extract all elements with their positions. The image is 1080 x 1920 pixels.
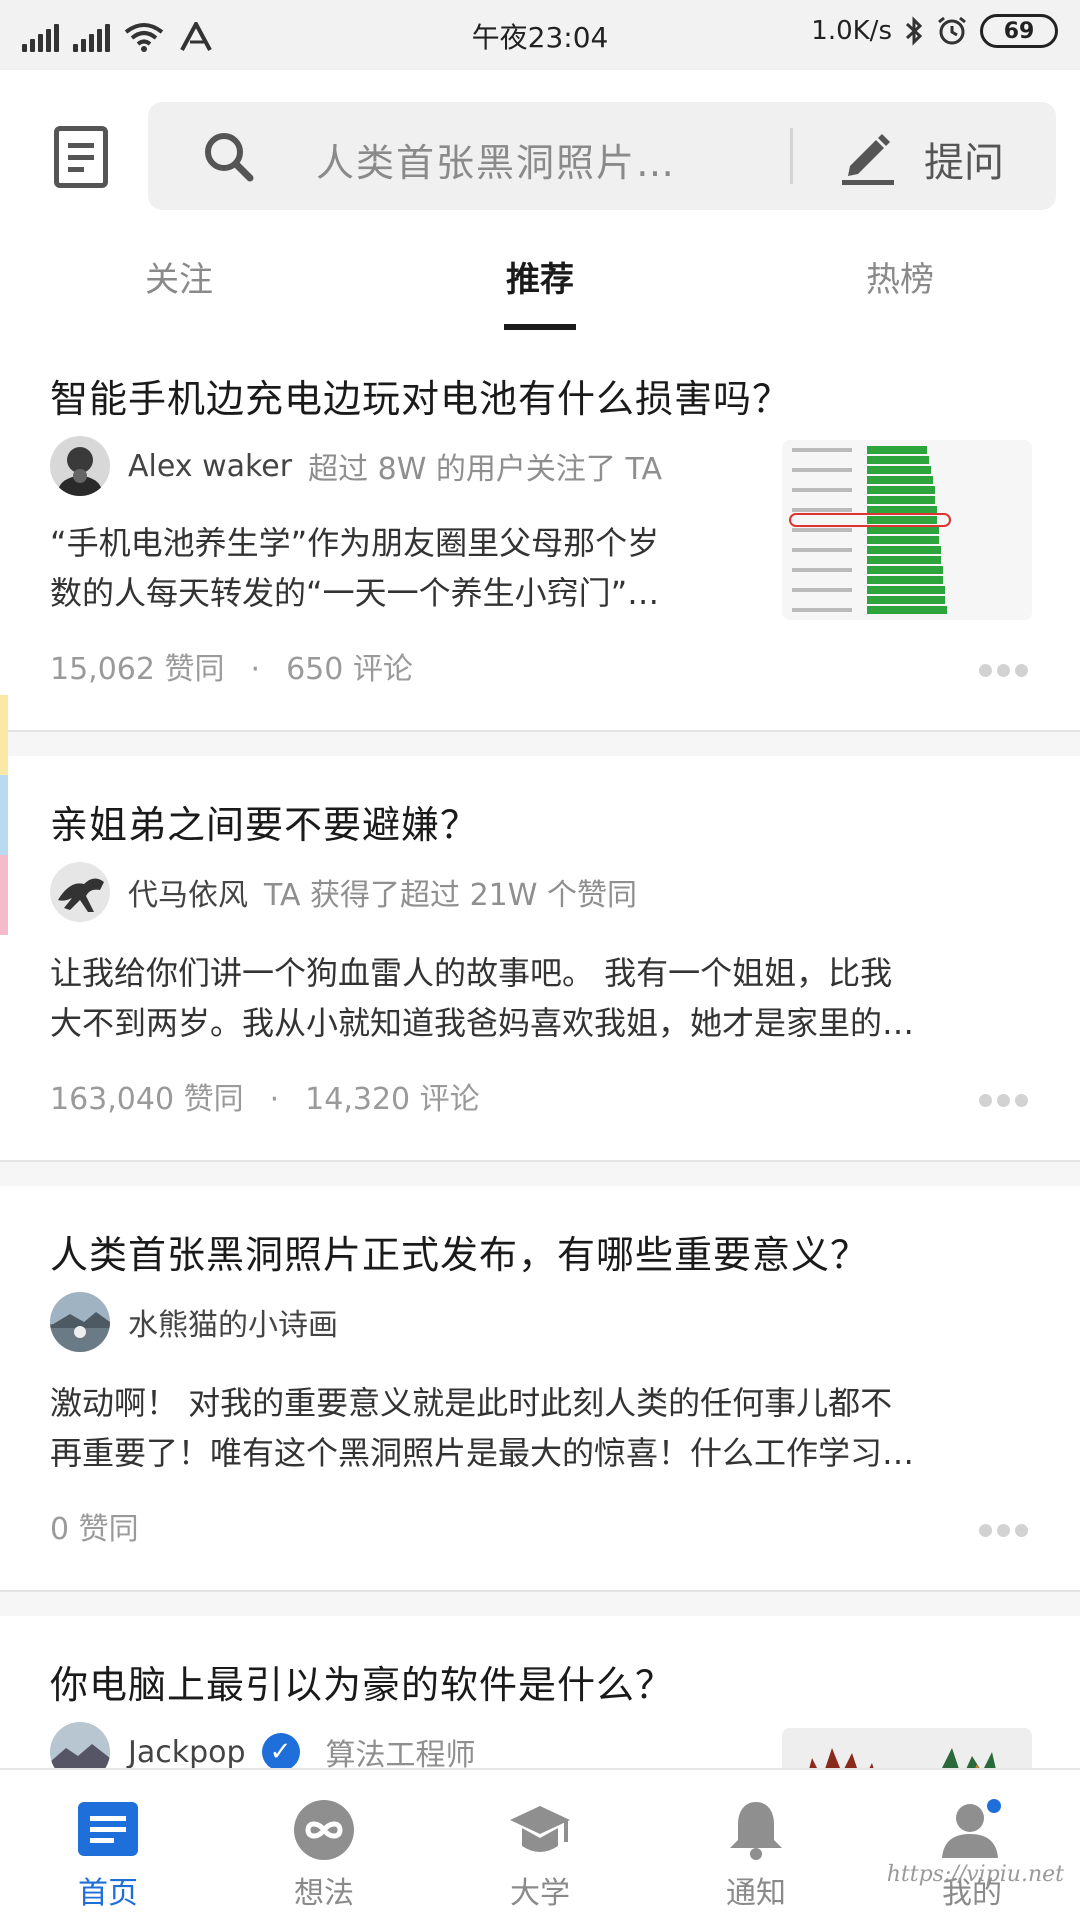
nav-item-home[interactable]: 首页 [0,1770,216,1920]
more-options-icon[interactable] [979,664,1028,677]
question-title[interactable]: 亲姐弟之间要不要避嫌？ [50,794,479,849]
document-icon[interactable] [54,126,108,188]
author-name[interactable]: Alex waker [128,449,292,484]
app-header: 人类首张黑洞照片… 提问 关注 推荐 热榜 [0,70,1080,332]
pen-icon[interactable] [838,126,898,186]
search-placeholder[interactable]: 人类首张黑洞照片… [316,132,676,187]
tab-hot-list[interactable]: 热榜 [866,252,934,301]
excerpt-line: “手机电池养生学”作为朋友圈里父母那个岁 [50,524,660,562]
answer-excerpt[interactable]: “手机电池养生学”作为朋友圈里父母那个岁 数的人每天转发的“一天一个养生小窍门”… [50,518,730,618]
bottom-navigation: 首页 想法 大学 通知 我的 [0,1768,1080,1920]
nav-item-ideas[interactable]: 想法 [216,1770,432,1920]
excerpt-line: 再重要了！唯有这个黑洞照片是最大的惊喜！什么工作学习… [50,1434,915,1472]
avatar[interactable] [50,1292,110,1352]
excerpt-line: 大不到两岁。我从小就知道我爸妈喜欢我姐，她才是家里的… [50,1004,915,1042]
avatar[interactable] [50,862,110,922]
nav-label: 首页 [78,1876,138,1911]
status-bar: 午夜23:04 1.0K/s 69 [0,0,1080,70]
stats-separator: · [269,1082,280,1117]
excerpt-line: 激动啊！ 对我的重要意义就是此时此刻人类的任何事儿都不 [50,1384,893,1422]
search-divider [790,128,793,184]
more-options-icon[interactable] [979,1094,1028,1107]
more-options-icon[interactable] [979,1524,1028,1537]
bell-icon [730,1802,782,1860]
tab-follow[interactable]: 关注 [145,252,213,301]
answer-excerpt[interactable]: 激动啊！ 对我的重要意义就是此时此刻人类的任何事儿都不 再重要了！唯有这个黑洞照… [50,1378,1040,1478]
side-color-strip [0,695,8,935]
author-name[interactable]: Jackpop [128,1735,246,1770]
tab-recommend[interactable]: 推荐 [506,252,574,301]
nav-item-university[interactable]: 大学 [432,1770,648,1920]
author-row[interactable]: Alex waker 超过 8W 的用户关注了 TA [50,436,662,496]
alarm-icon [938,16,966,45]
answer-stats: 0 赞同 [50,1504,139,1548]
nav-label: 大学 [510,1876,570,1911]
feed-tabs: 关注 推荐 热榜 [0,238,1080,332]
author-row[interactable]: 代马依风 TA 获得了超过 21W 个赞同 [50,862,637,922]
home-doc-icon [78,1802,138,1856]
likes-count: 163,040 赞同 [50,1082,244,1117]
active-tab-indicator [504,324,576,330]
excerpt-line: 数的人每天转发的“一天一个养生小窍门”… [50,574,660,612]
person-icon [942,1798,1003,1858]
stats-separator: · [250,652,261,687]
comments-count[interactable]: 14,320 评论 [305,1082,480,1117]
comments-count[interactable]: 650 评论 [286,652,413,687]
net-speed: 1.0K/s [811,16,892,46]
feed-card[interactable]: 人类首张黑洞照片正式发布，有哪些重要意义？ 水熊猫的小诗画 激动啊！ 对我的重要… [0,1186,1080,1592]
likes-count: 0 赞同 [50,1512,139,1547]
feed-card[interactable]: 智能手机边充电边玩对电池有什么损害吗？ Alex waker 超过 8W 的用户… [0,332,1080,732]
verified-badge-icon: ✓ [261,1733,300,1771]
feed-card[interactable]: 亲姐弟之间要不要避嫌？ 代马依风 TA 获得了超过 21W 个赞同 让我给你们讲… [0,756,1080,1162]
infinity-icon [294,1800,354,1860]
author-meta: TA 获得了超过 21W 个赞同 [264,878,637,913]
author-name[interactable]: 水熊猫的小诗画 [128,1300,338,1344]
search-icon [205,133,254,182]
answer-excerpt[interactable]: 让我给你们讲一个狗血雷人的故事吧。 我有一个姐姐，比我 大不到两岁。我从小就知道… [50,948,1040,1048]
watermark: https://vipiu.net [886,1862,1064,1887]
answer-stats: 15,062 赞同 · 650 评论 [50,644,413,688]
search-bar[interactable]: 人类首张黑洞照片… 提问 [148,102,1056,210]
nav-label: 想法 [294,1876,354,1911]
graduation-cap-icon [510,1806,570,1852]
author-meta: 超过 8W 的用户关注了 TA [308,452,662,487]
bluetooth-icon [905,16,923,46]
likes-count: 15,062 赞同 [50,652,225,687]
question-title[interactable]: 人类首张黑洞照片正式发布，有哪些重要意义？ [50,1224,869,1279]
avatar[interactable] [50,436,110,496]
question-title[interactable]: 智能手机边充电边玩对电池有什么损害吗？ [50,368,791,423]
answer-stats: 163,040 赞同 · 14,320 评论 [50,1074,480,1118]
ask-button[interactable]: 提问 [924,130,1004,188]
answer-thumbnail[interactable] [782,440,1032,620]
excerpt-line: 让我给你们讲一个狗血雷人的故事吧。 我有一个姐姐，比我 [50,954,893,992]
nav-item-profile[interactable]: 我的 [864,1770,1080,1920]
author-name[interactable]: 代马依风 [128,870,248,914]
question-title[interactable]: 你电脑上最引以为豪的软件是什么？ [50,1654,674,1709]
author-row[interactable]: 水熊猫的小诗画 [50,1292,354,1352]
nav-label: 通知 [726,1876,786,1911]
battery-indicator: 69 [980,14,1058,48]
status-icons-right: 1.0K/s 69 [811,14,1058,48]
nav-item-notifications[interactable]: 通知 [648,1770,864,1920]
